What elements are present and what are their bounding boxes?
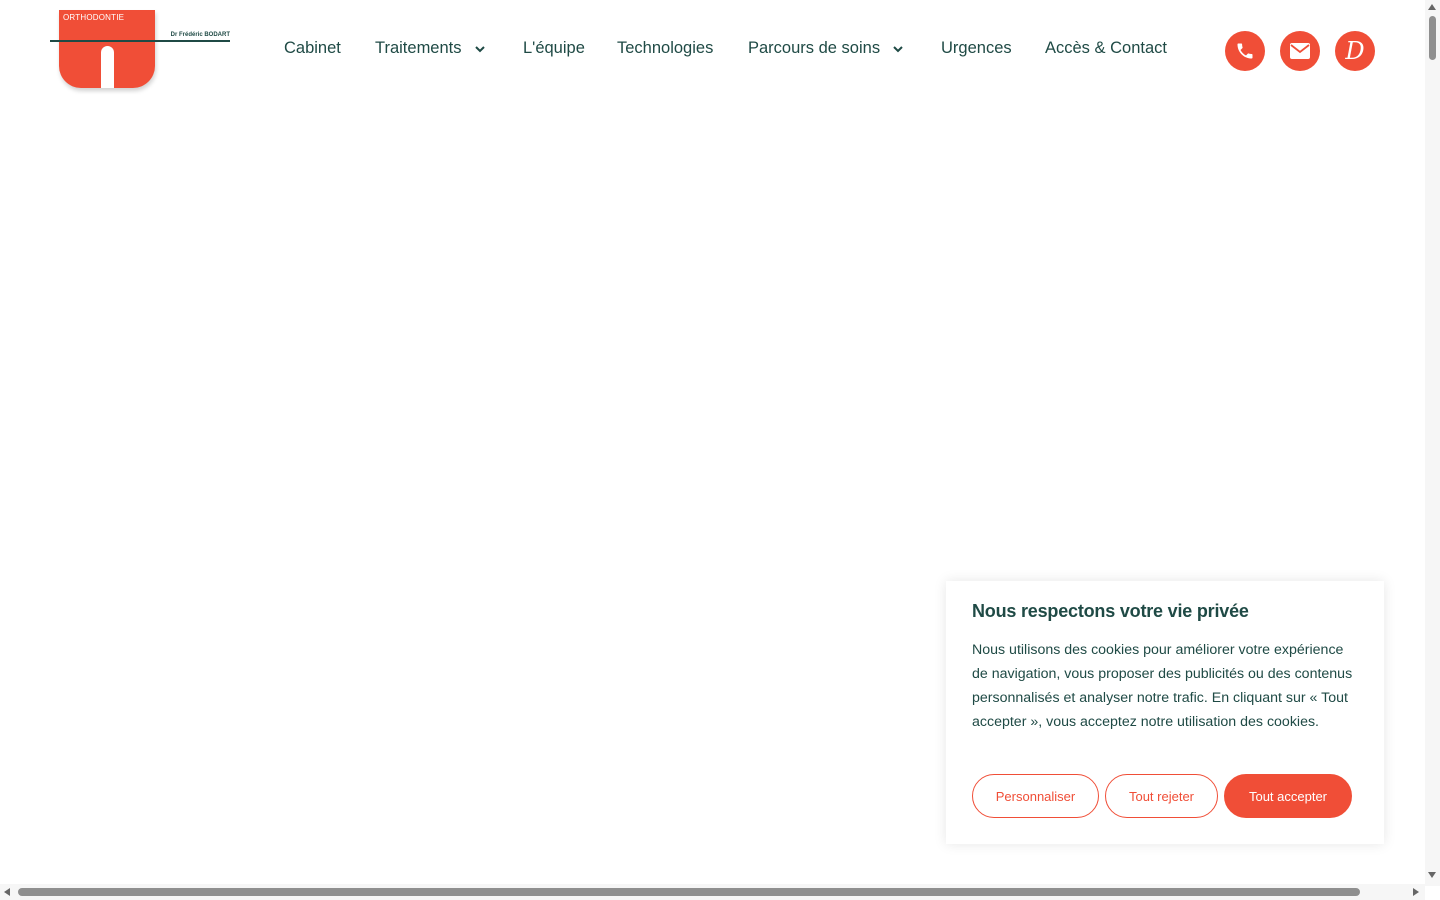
nav-item-cabinet[interactable]: Cabinet — [284, 39, 341, 58]
phone-button[interactable] — [1225, 31, 1265, 71]
scroll-down-arrow-icon[interactable] — [1428, 872, 1436, 878]
envelope-icon — [1290, 43, 1310, 59]
doctolib-button[interactable]: D — [1335, 31, 1375, 71]
nav-item-traitements[interactable]: Traitements — [375, 39, 486, 58]
horizontal-scroll-thumb[interactable] — [18, 888, 1360, 896]
nav-item-label: Traitements — [375, 39, 462, 57]
scroll-right-arrow-icon[interactable] — [1413, 888, 1419, 896]
vertical-scroll-thumb[interactable] — [1429, 16, 1436, 60]
logo-top-text: ORTHODONTIE — [63, 13, 125, 22]
chevron-down-icon — [893, 45, 903, 52]
nav-item-label: Cabinet — [284, 39, 341, 57]
horizontal-scrollbar[interactable] — [0, 884, 1425, 900]
site-header: ORTHODONTIE Dr Frédéric BODART Cabinet T… — [0, 0, 1425, 100]
customize-button[interactable]: Personnaliser — [972, 774, 1099, 818]
nav-item-label: Accès & Contact — [1045, 39, 1167, 57]
site-logo[interactable]: ORTHODONTIE Dr Frédéric BODART — [50, 8, 232, 92]
cookie-title: Nous respectons votre vie privée — [972, 601, 1249, 621]
nav-item-label: Technologies — [617, 39, 714, 57]
doctolib-icon: D — [1345, 37, 1365, 65]
nav-item-label: Parcours de soins — [748, 39, 881, 57]
cookie-text: Nous utilisons des cookies pour améliore… — [972, 642, 1353, 730]
chevron-down-icon — [474, 45, 485, 52]
vertical-scrollbar[interactable] — [1425, 0, 1440, 886]
cookie-actions: Personnaliser Tout rejeter Tout accepter — [972, 774, 1352, 818]
phone-icon — [1237, 43, 1253, 59]
cookie-banner: Nous respectons votre vie privée Nous ut… — [946, 581, 1384, 844]
scroll-left-arrow-icon[interactable] — [4, 888, 10, 896]
nav-item-parcours-de-soins[interactable]: Parcours de soins — [748, 39, 904, 58]
logo-doctor-name: Dr Frédéric BODART — [170, 32, 230, 38]
nav-item-urgences[interactable]: Urgences — [941, 39, 1012, 58]
nav-item-acces-contact[interactable]: Accès & Contact — [1045, 39, 1167, 58]
reject-all-button[interactable]: Tout rejeter — [1105, 774, 1218, 818]
nav-item-technologies[interactable]: Technologies — [617, 39, 713, 58]
email-button[interactable] — [1280, 31, 1320, 71]
nav-item-label: Urgences — [941, 39, 1012, 57]
accept-all-button[interactable]: Tout accepter — [1224, 774, 1352, 818]
nav-item-label: L'équipe — [523, 39, 585, 57]
nav-item-equipe[interactable]: L'équipe — [523, 39, 585, 58]
scroll-up-arrow-icon[interactable] — [1428, 4, 1436, 10]
logo-divider — [50, 40, 230, 42]
